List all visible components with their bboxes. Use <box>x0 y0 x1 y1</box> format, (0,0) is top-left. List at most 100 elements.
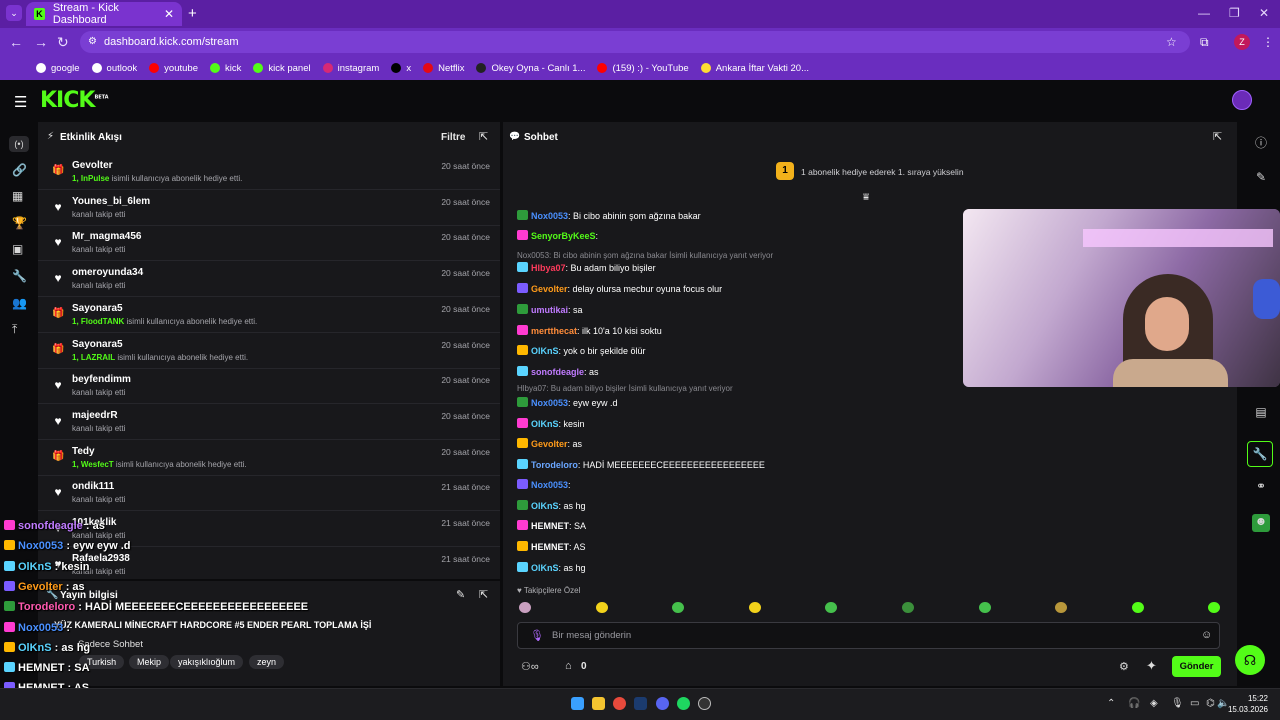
trophy-icon[interactable]: 🏆 <box>12 216 27 230</box>
chat-message[interactable]: HEMNET: SA <box>517 520 586 531</box>
chat-username[interactable]: umutikai <box>531 305 568 315</box>
mic-tray-icon[interactable]: 🎙 <box>1171 698 1184 709</box>
tools-icon[interactable]: 🔧 <box>12 269 27 283</box>
tray-chevron-icon[interactable]: ⌃ <box>1107 698 1115 709</box>
pinned-filter-icon[interactable]: ⩸ <box>863 192 869 203</box>
activity-item[interactable]: 🎁 Sayonara5 1, FloodTANK isimli kullanıcıy… <box>38 297 500 333</box>
chat-message[interactable]: Gevolter: as <box>517 438 582 449</box>
chat-username[interactable]: Hlbya07 <box>531 263 566 273</box>
chat-message[interactable]: Gevolter: delay olursa mecbur oyuna focu… <box>517 283 722 294</box>
emote-icon[interactable] <box>825 602 838 613</box>
chat-message[interactable]: OlKnS: as hg <box>517 562 586 573</box>
edit-icon[interactable]: ✎ <box>1252 170 1270 188</box>
bookmark-item[interactable]: kick panel <box>253 63 311 74</box>
bookmark-item[interactable]: Netflix <box>423 63 464 74</box>
activity-item[interactable]: ♥ beyfendimm kanalı takip etti 20 saat önce <box>38 368 500 405</box>
chat-username[interactable]: HEMNET <box>531 542 569 552</box>
chat-username[interactable]: mertthecat <box>531 326 577 336</box>
bookmark-item[interactable]: youtube <box>149 63 198 74</box>
popout-icon[interactable]: ⇱ <box>479 130 488 143</box>
chat-message[interactable]: OlKnS: yok o bir şekilde ölür <box>517 345 646 356</box>
discord-icon[interactable] <box>656 697 669 710</box>
users-icon[interactable]: 👥 <box>12 296 27 310</box>
display-icon[interactable]: ▭ <box>1190 698 1199 709</box>
chat-message[interactable]: OlKnS: as hg <box>517 500 586 511</box>
taskbar-clock[interactable]: 15:22 15.03.2026 <box>1226 693 1268 715</box>
bookmark-item[interactable]: kick <box>209 63 241 74</box>
profile-avatar[interactable]: Z <box>1234 34 1250 50</box>
tab-close-icon[interactable]: ✕ <box>164 7 174 21</box>
stream-live-icon[interactable]: (•) <box>9 136 29 152</box>
activity-item[interactable]: ♥ Mr_magma456 kanalı takip etti 20 saat önc… <box>38 225 500 262</box>
maximize-icon[interactable]: ❐ <box>1229 6 1240 20</box>
chat-username[interactable]: HEMNET <box>531 521 569 531</box>
back-icon[interactable]: ← <box>9 34 23 50</box>
bookmark-item[interactable]: Okey Oyna - Canlı 1... <box>476 63 585 74</box>
chat-message[interactable]: HEMNET: AS <box>517 541 586 552</box>
chat-settings-icon[interactable]: ⚙ <box>1119 660 1129 673</box>
send-button[interactable]: Gönder <box>1172 656 1221 677</box>
media-icon[interactable]: ▣ <box>12 242 23 256</box>
emote-icon[interactable] <box>1055 602 1068 613</box>
chat-message[interactable]: sonofdeagle: as <box>517 366 599 377</box>
emote-icon[interactable] <box>748 602 761 613</box>
activity-item[interactable]: ♥ majeedrR kanalı takip etti 20 saat önce <box>38 404 500 440</box>
stream-info-popout-icon[interactable]: ⇱ <box>479 588 488 601</box>
chat-popout-icon[interactable]: ⇱ <box>1213 130 1222 143</box>
emote-icon[interactable] <box>902 602 914 613</box>
tools-active-icon[interactable]: 🔧 <box>1247 441 1273 467</box>
network-icon[interactable]: ⌬ <box>1206 698 1215 709</box>
extensions-icon[interactable]: ⧉ <box>1200 35 1209 50</box>
activity-item[interactable]: ♥ Younes_bi_6lem kanalı takip etti 20 saat … <box>38 190 500 226</box>
chat-message[interactable]: OlKnS: kesin <box>517 418 585 429</box>
calendar-icon[interactable]: ▤ <box>1252 405 1270 423</box>
support-icon[interactable]: ☊ <box>1235 645 1265 675</box>
bookmark-item[interactable]: google <box>36 63 80 74</box>
info-icon[interactable]: ⓘ <box>1252 134 1270 152</box>
emote-icon[interactable] <box>978 602 991 613</box>
app-icon[interactable]: ☻ <box>1252 514 1270 532</box>
chat-message[interactable]: Nox0053: Bi cibo abinin şom ağzına bakar <box>517 210 701 221</box>
chat-username[interactable]: Gevolter <box>531 284 568 294</box>
chat-message[interactable]: SenyorByKeeS: <box>517 230 598 241</box>
chat-message[interactable]: umutikai: sa <box>517 304 583 315</box>
window-close-icon[interactable]: ✕ <box>1259 6 1269 20</box>
tab-list-icon[interactable]: ⌄ <box>6 5 22 21</box>
chat-username[interactable]: OlKnS <box>531 346 559 356</box>
emote-icon[interactable] <box>519 602 531 613</box>
steam-tray-icon[interactable]: ◈ <box>1150 698 1158 709</box>
chat-username[interactable]: Torodeloro <box>531 460 578 470</box>
url-field[interactable]: ⚙ dashboard.kick.com/stream <box>80 31 1190 53</box>
upload-icon[interactable]: ⤒ <box>12 322 17 337</box>
chat-message[interactable]: mertthecat: ilk 10'a 10 kisi soktu <box>517 325 662 336</box>
share-icon[interactable]: ⚭ <box>1252 479 1270 497</box>
chat-username[interactable]: Gevolter <box>531 439 568 449</box>
user-avatar[interactable] <box>1232 90 1252 110</box>
activity-item[interactable]: ♥ ondik111 kanalı takip etti 21 saat önce <box>38 475 500 512</box>
reload-icon[interactable]: ↻ <box>57 34 69 51</box>
emote-icon[interactable] <box>1208 602 1221 613</box>
chat-username[interactable]: OlKnS <box>531 501 559 511</box>
steam-icon[interactable] <box>634 697 647 710</box>
spotify-icon[interactable] <box>677 697 690 710</box>
emote-icon[interactable] <box>1131 602 1144 613</box>
forward-icon[interactable]: → <box>34 34 48 50</box>
bookmark-item[interactable]: instagram <box>322 63 379 74</box>
bookmark-item[interactable]: x <box>391 63 411 74</box>
windows-start-icon[interactable] <box>571 697 584 710</box>
emote-icon[interactable] <box>672 602 685 613</box>
activity-item[interactable]: ♥ omeroyunda34 kanalı takip etti 20 saat ön… <box>38 261 500 298</box>
webcam-overlay[interactable] <box>963 209 1280 387</box>
browser-tab[interactable]: K Stream - Kick Dashboard ✕ <box>26 2 182 26</box>
chrome-icon[interactable] <box>613 697 626 710</box>
activity-item[interactable]: 🎁 Gevolter 1, InPulse isimli kullanıcıya a… <box>38 154 500 190</box>
bookmark-item[interactable]: outlook <box>91 63 137 74</box>
minimize-icon[interactable]: — <box>1198 6 1210 20</box>
chat-username[interactable]: Nox0053 <box>531 211 568 221</box>
hamburger-menu-icon[interactable]: ☰ <box>14 93 27 111</box>
filter-button[interactable]: Filtre <box>441 132 465 143</box>
analytics-icon[interactable]: ▦ <box>12 189 23 203</box>
chat-message[interactable]: Nox0053: eyw eyw .d <box>517 397 618 408</box>
chat-username[interactable]: Nox0053 <box>531 398 568 408</box>
chat-extra-icon[interactable]: ✦ <box>1146 658 1157 674</box>
